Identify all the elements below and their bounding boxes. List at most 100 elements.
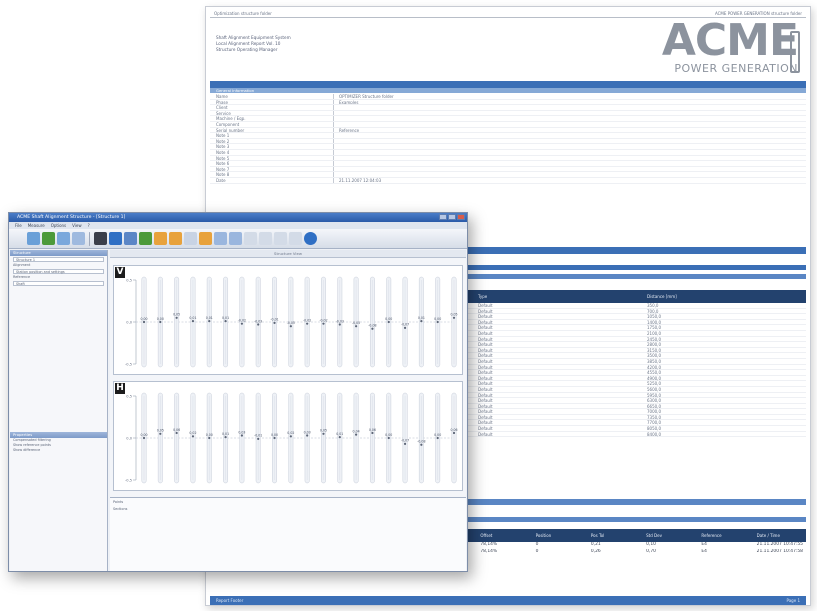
menu-file[interactable]: File [15, 222, 22, 229]
data-label: -0,02 [238, 318, 246, 322]
help-icon[interactable] [304, 232, 317, 245]
y-tick-label: 0,0 [126, 320, 132, 324]
data-point [175, 316, 178, 319]
table-cell: 2450,0 [647, 336, 661, 342]
info-label: Phase [210, 99, 334, 105]
menu-view[interactable]: View [72, 222, 82, 229]
menu-measure[interactable]: Measure [28, 222, 45, 229]
measurement-col-header: Reference [701, 533, 722, 538]
info-icon[interactable] [109, 232, 122, 245]
report-distance-table: Type Distance [mm] Default 350,0 Default 70… [468, 290, 806, 438]
save-icon[interactable] [57, 232, 70, 245]
structure-field[interactable]: Structure 1 [13, 257, 104, 262]
data-point [191, 320, 195, 323]
reference-label: Reference [13, 275, 31, 279]
table-cell: 2800,0 [647, 342, 661, 348]
data-point [240, 434, 243, 437]
info-value [334, 144, 806, 149]
shaft-field[interactable]: Shaft [13, 281, 104, 286]
edit-icon[interactable] [214, 232, 227, 245]
data-point [403, 442, 407, 445]
measurement-cell: 0,70 [646, 548, 656, 554]
data-point [142, 436, 146, 440]
data-label: 0,00 [140, 317, 147, 321]
play-icon[interactable] [139, 232, 152, 245]
data-label: 0,00 [140, 433, 147, 437]
vertical-plot-svg: 0,5 0,0 -0,5 0,00 0,00 0,05 0,01 0,01 0,01 -0,02 -… [125, 276, 458, 368]
info-label: Note 7 [210, 166, 334, 172]
table-cell: 350,0 [647, 303, 659, 308]
orange-tool-icon[interactable] [154, 232, 167, 245]
table-cell: Default [478, 347, 493, 353]
data-point [403, 326, 407, 329]
data-label: 0,06 [450, 428, 457, 432]
info-row: Date 21.11.2007 12:04:03 [210, 177, 806, 184]
table-cell: 700,0 [647, 308, 659, 314]
data-point [240, 322, 243, 325]
data-point [355, 433, 358, 436]
data-label: 0,00 [385, 317, 392, 321]
data-label: -0,02 [303, 318, 311, 322]
open-icon[interactable] [42, 232, 55, 245]
table-cell: Default [478, 353, 493, 359]
data-point [452, 316, 456, 319]
logo-pole-icon [790, 31, 800, 73]
info-label: Serial number [210, 127, 334, 133]
measurement-col-header: Std Dev [646, 533, 662, 538]
table-cell: Default [478, 409, 493, 415]
data-point [420, 443, 423, 446]
measurement-cell: E4 [701, 548, 707, 554]
data-point [322, 432, 325, 435]
orange-tool-2-icon[interactable] [169, 232, 182, 245]
y-tick-label: -0,5 [125, 362, 132, 366]
arrow-icon[interactable] [184, 232, 197, 245]
table-cell: Default [478, 336, 493, 342]
horizontal-plot[interactable]: H 0,5 0,0 -0,5 0,00 0,05 0,06 0,02 0,00 0,01 0,03… [113, 381, 463, 491]
minimize-icon[interactable] [439, 214, 447, 220]
property-option[interactable]: Show difference [10, 448, 107, 453]
menu-help[interactable]: ? [88, 222, 90, 229]
points-label: Points [113, 500, 124, 504]
copy-icon[interactable] [229, 232, 242, 245]
table-cell: 7000,0 [647, 409, 661, 415]
new-icon[interactable] [27, 232, 40, 245]
data-label: -0,05 [287, 321, 295, 325]
data-point [224, 320, 227, 323]
table-cell: 3500,0 [647, 353, 661, 359]
app-titlebar[interactable]: ACME Shaft Alignment Structure - [Struct… [9, 213, 467, 222]
menu-options[interactable]: Options [51, 222, 66, 229]
info-value [334, 150, 806, 155]
table-cell: Default [478, 381, 493, 387]
table-cell: 1750,0 [647, 325, 661, 331]
data-point [371, 431, 374, 435]
data-point [322, 322, 325, 325]
table-cell: 4200,0 [647, 364, 661, 370]
data-label: 0,03 [304, 430, 311, 434]
table-cell: Default [478, 314, 493, 320]
print-icon[interactable] [72, 232, 85, 245]
data-label: -0,07 [401, 323, 409, 327]
measurement-cell: 0,26 [590, 548, 601, 554]
report-info-grid: Name OPTIMIZER Structure folder Phase Examp… [210, 94, 806, 184]
data-label: 0,06 [173, 428, 180, 432]
maximize-icon[interactable] [448, 214, 456, 220]
station-settings-field[interactable]: Station position and settings [13, 269, 104, 274]
close-icon[interactable] [457, 214, 465, 220]
data-label: 0,00 [271, 433, 278, 437]
app-title: ACME Shaft Alignment Structure - [Struct… [17, 215, 126, 220]
acme-logo: ACME POWER GENERATION [648, 19, 800, 77]
vertical-plot[interactable]: V 0,5 0,0 -0,5 0,00 0,00 0,05 0,01 0,01 0,01 -0,0… [113, 265, 463, 375]
export-icon[interactable] [199, 232, 212, 245]
y-tick-label: 0,5 [126, 394, 132, 398]
measure-icon[interactable] [124, 232, 137, 245]
data-label: 0,01 [222, 316, 229, 320]
data-point [306, 434, 309, 437]
plot-letter-v: V [115, 267, 125, 278]
measurement-col-header: Offset [480, 533, 493, 538]
table-cell: Default [478, 364, 493, 370]
data-point [191, 435, 195, 438]
table-cell: 6650,0 [647, 403, 661, 409]
y-tick-label: -0,5 [125, 478, 132, 482]
settings-icon[interactable] [94, 232, 107, 245]
data-point [175, 431, 178, 435]
